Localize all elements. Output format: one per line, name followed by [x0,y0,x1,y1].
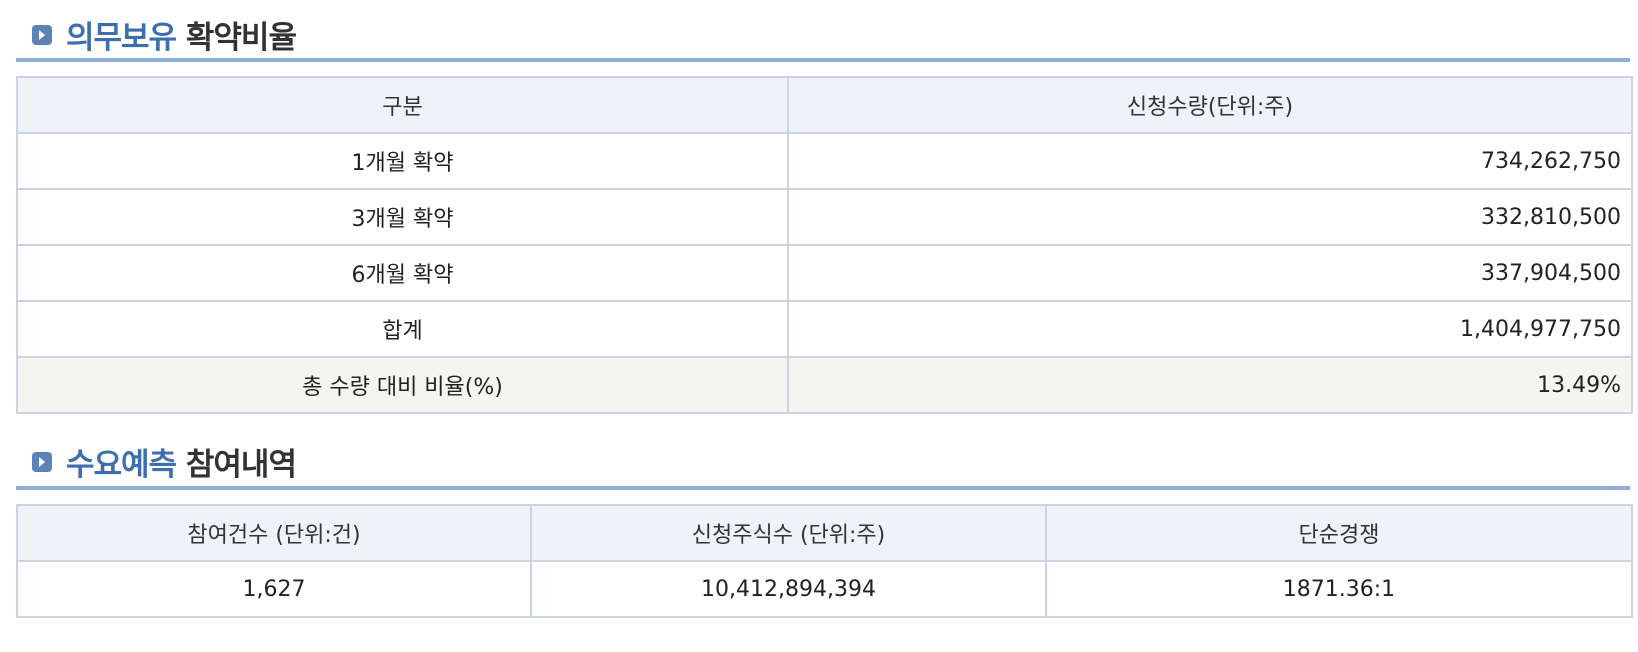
lockup-table: 구분 신청수량(단위:주) 1개월 확약 734,262,750 3개월 확약 … [16,76,1633,414]
table-header-row: 참여건수 (단위:건) 신청주식수 (단위:주) 단순경쟁 [16,504,1633,562]
row-value: 13.49% [787,356,1633,414]
table-row: 1,627 10,412,894,394 1871.36:1 [16,560,1633,618]
table-row: 1개월 확약 734,262,750 [16,132,1633,190]
demand-title-rest: 참여내역 [185,447,297,483]
row-value: 1,404,977,750 [787,300,1633,358]
competition-value: 1871.36:1 [1045,560,1633,618]
lockup-title-accent: 의무보유 [66,20,177,56]
lockup-section-title: 의무보유 확약비율 [66,12,297,57]
participants-value: 1,627 [16,560,532,618]
row-label: 1개월 확약 [16,132,789,190]
row-value: 734,262,750 [787,132,1633,190]
row-label: 합계 [16,300,789,358]
demand-table: 참여건수 (단위:건) 신청주식수 (단위:주) 단순경쟁 1,627 10,4… [16,504,1633,618]
shares-value: 10,412,894,394 [530,560,1047,618]
table-row-total: 합계 1,404,977,750 [16,300,1633,358]
row-value: 332,810,500 [787,188,1633,246]
table-row: 3개월 확약 332,810,500 [16,188,1633,246]
demand-title-accent: 수요예측 [66,447,177,483]
row-value: 337,904,500 [787,244,1633,302]
page: 의무보유 확약비율 구분 신청수량(단위:주) 1개월 확약 734,262,7… [0,0,1638,652]
column-header-category: 구분 [16,76,789,134]
lockup-title-rest: 확약비율 [185,20,297,56]
column-header-shares: 신청주식수 (단위:주) [530,504,1047,562]
table-row-ratio: 총 수량 대비 비율(%) 13.49% [16,356,1633,414]
column-header-participants: 참여건수 (단위:건) [16,504,532,562]
chevron-right-icon [32,25,52,45]
demand-section-header: 수요예측 참여내역 [16,428,1630,490]
row-label: 6개월 확약 [16,244,789,302]
column-header-competition: 단순경쟁 [1045,504,1633,562]
column-header-quantity: 신청수량(단위:주) [787,76,1633,134]
row-label: 총 수량 대비 비율(%) [16,356,789,414]
chevron-right-icon [32,452,52,472]
table-header-row: 구분 신청수량(단위:주) [16,76,1633,134]
demand-section-title: 수요예측 참여내역 [66,439,297,484]
lockup-section-header: 의무보유 확약비율 [16,0,1630,62]
table-row: 6개월 확약 337,904,500 [16,244,1633,302]
row-label: 3개월 확약 [16,188,789,246]
